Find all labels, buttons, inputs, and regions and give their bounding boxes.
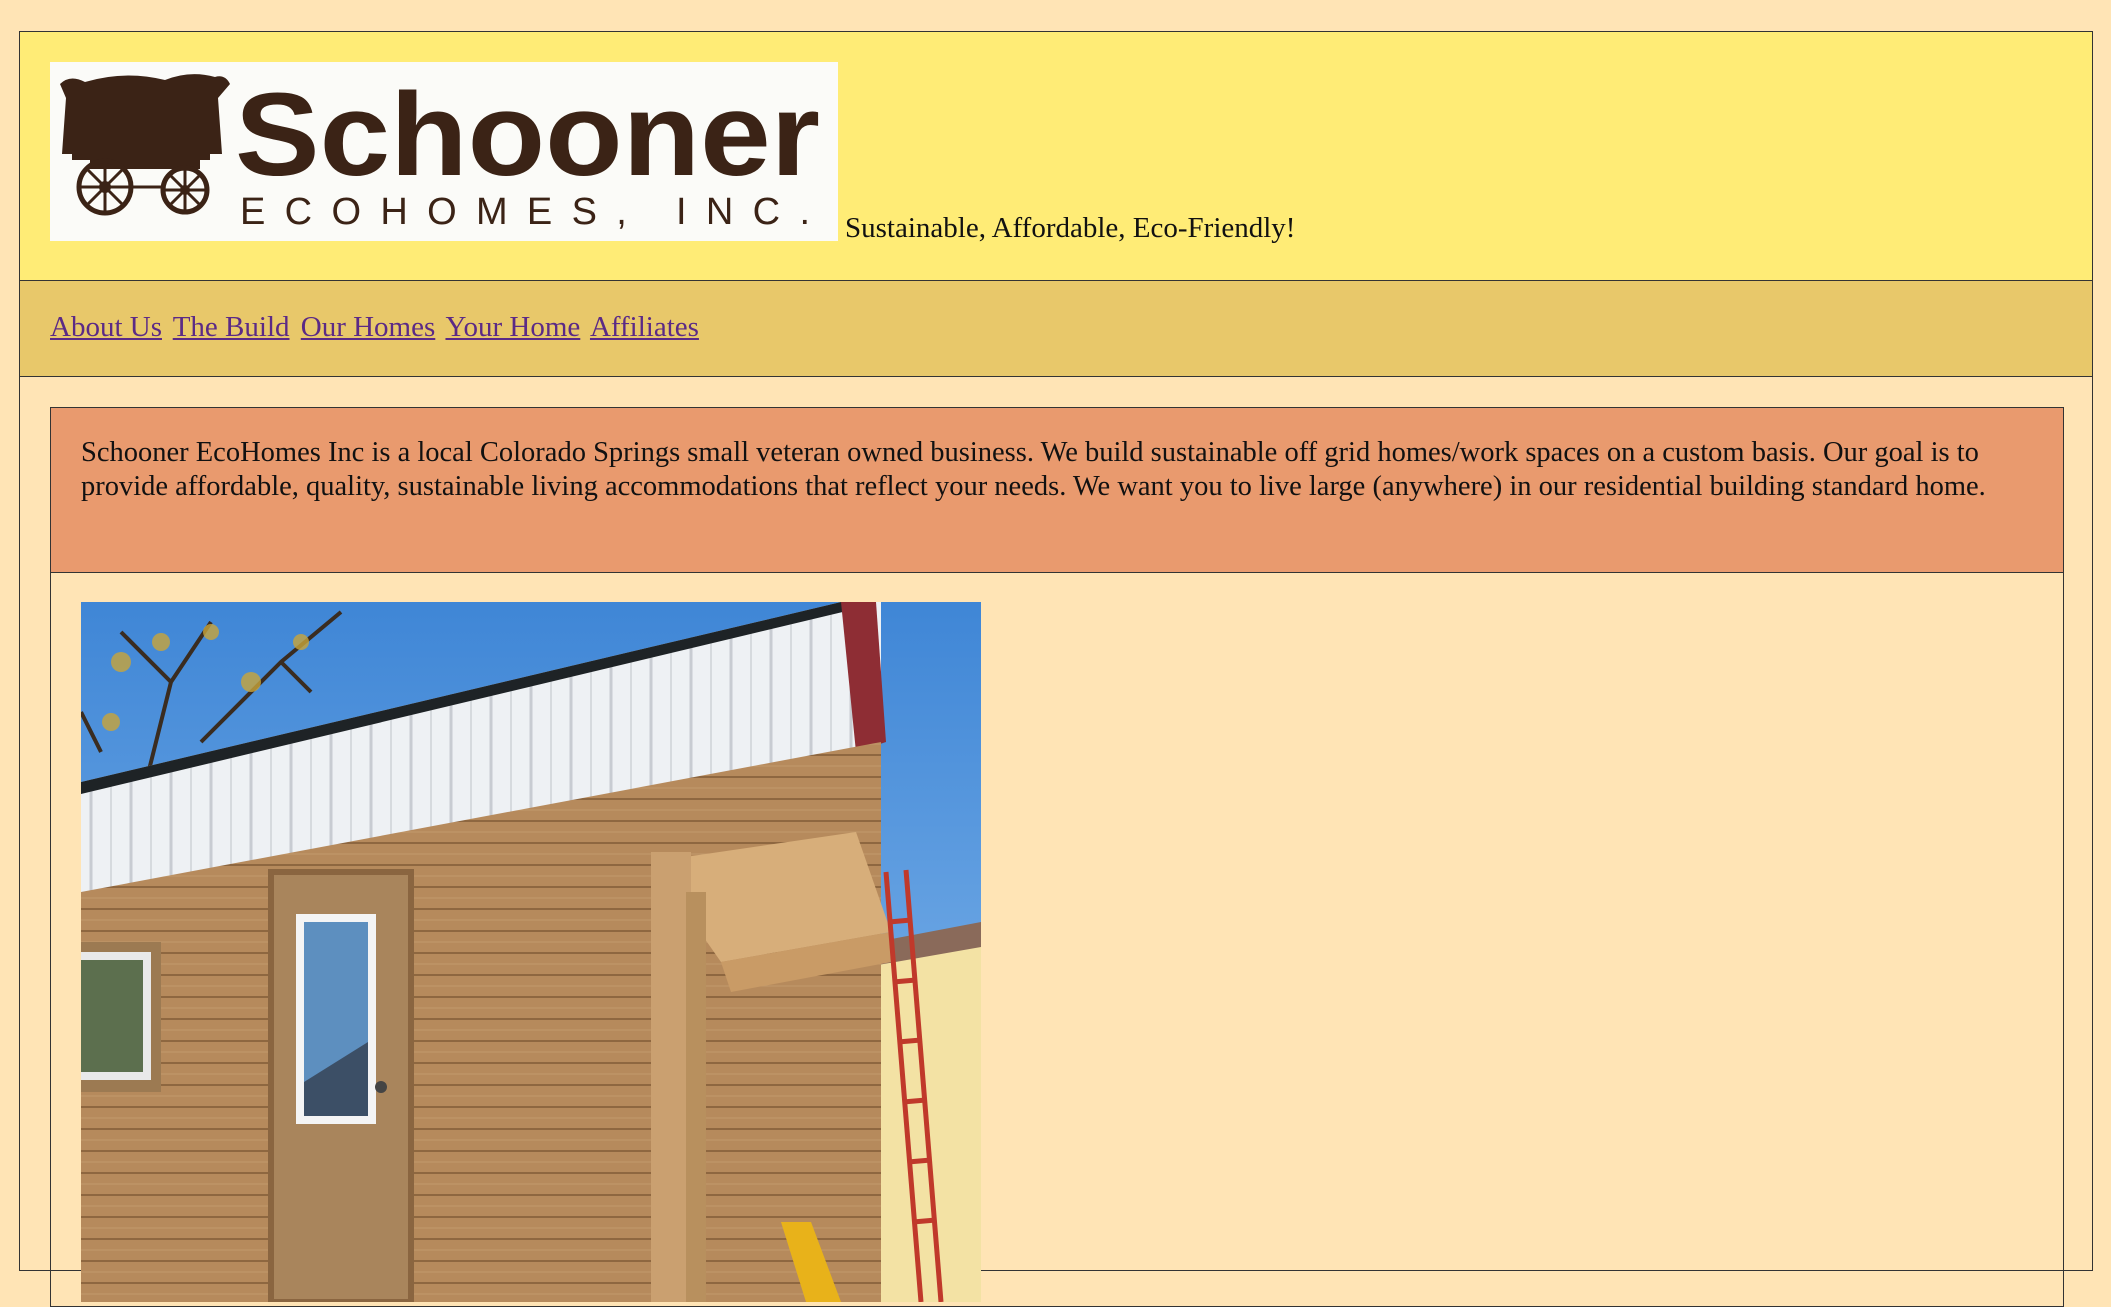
company-logo[interactable]: Schooner ECOHOMES, INC. xyxy=(50,62,838,241)
wagon-icon xyxy=(60,74,230,169)
page-frame: Schooner ECOHOMES, INC. Sustainable, Aff… xyxy=(19,31,2093,1307)
tiny-home-image xyxy=(81,602,981,1302)
nav-link-the-build[interactable]: The Build xyxy=(173,311,290,343)
schooner-wagon-logo: Schooner ECOHOMES, INC. xyxy=(60,69,820,233)
nav-link-affiliates[interactable]: Affiliates xyxy=(590,311,699,343)
intro-paragraph: Schooner EcoHomes Inc is a local Colorad… xyxy=(51,408,2063,573)
site-tagline: Sustainable, Affordable, Eco-Friendly! xyxy=(845,212,1296,244)
door-knob xyxy=(375,1081,387,1093)
nav-link-your-home[interactable]: Your Home xyxy=(445,311,580,343)
nav-links: About Us The Build Our Homes Your Home A… xyxy=(50,313,703,342)
nav-link-our-homes[interactable]: Our Homes xyxy=(301,311,436,343)
tiny-home-photo xyxy=(81,602,981,1302)
site-header: Schooner ECOHOMES, INC. Sustainable, Aff… xyxy=(20,32,2092,281)
nav-link-about-us[interactable]: About Us xyxy=(50,311,162,343)
main-content: Schooner EcoHomes Inc is a local Colorad… xyxy=(50,407,2064,1307)
logo-wordmark: Schooner xyxy=(235,69,820,201)
main-navigation: About Us The Build Our Homes Your Home A… xyxy=(20,281,2092,377)
